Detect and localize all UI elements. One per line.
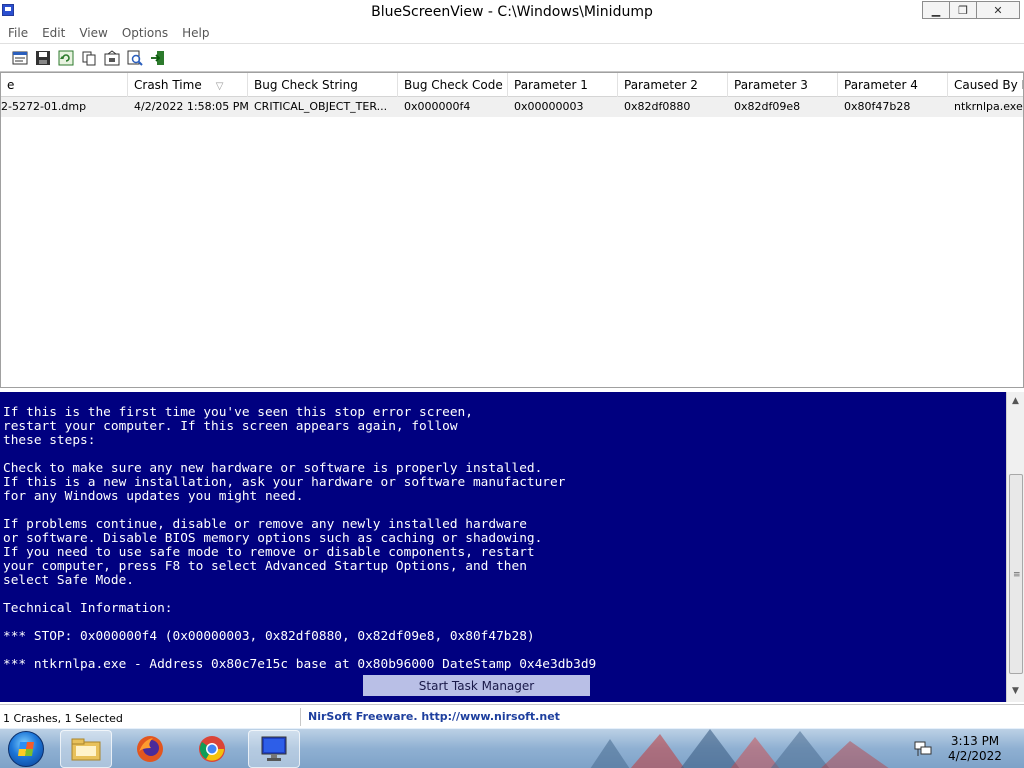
menu-options[interactable]: Options [122,26,168,40]
taskbar-chrome[interactable] [186,730,238,768]
copy-icon [82,51,96,65]
menu-bar: File Edit View Options Help [0,23,1024,43]
chrome-icon [199,736,225,762]
properties-icon [12,51,28,64]
cell-bug-check-string: CRITICAL_OBJECT_TER... [254,100,388,113]
sort-descending-icon: ▽ [215,81,224,92]
scroll-up-icon[interactable]: ▲ [1012,396,1019,406]
taskbar-explorer[interactable] [60,730,112,768]
bluescreenview-icon [261,736,287,761]
column-bug-check-string[interactable]: Bug Check String [248,73,398,97]
find-icon [127,50,143,66]
column-bug-check-code[interactable]: Bug Check Code [398,73,508,97]
cell-dump-file: 2-5272-01.dmp [1,100,87,113]
maximize-button[interactable]: ❐ [949,1,977,19]
system-clock[interactable]: 3:13 PM 4/2/2022 [940,734,1010,764]
column-label: Crash Time [134,78,202,92]
minimize-button[interactable]: ▁ [922,1,950,19]
crash-count: 1 Crashes, 1 Selected [3,712,123,725]
column-label: Parameter 1 [514,78,588,92]
bsod-preview-pane[interactable]: If this is the first time you've seen th… [0,392,1006,702]
options-button[interactable] [102,48,122,68]
bsod-text: If this is the first time you've seen th… [3,405,597,672]
refresh-button[interactable] [56,48,76,68]
save-button[interactable] [33,48,53,68]
cell-bug-check-code: 0x000000f4 [404,100,471,113]
firefox-icon [137,736,163,762]
column-label: Bug Check Code [404,78,503,92]
toolbar [0,43,1024,72]
column-label: Bug Check String [254,78,358,92]
title-bar: BlueScreenView - C:\Windows\Minidump ▁ ❐… [0,0,1024,23]
close-button[interactable]: ✕ [976,1,1020,19]
column-parameter-3[interactable]: Parameter 3 [728,73,838,97]
explorer-icon [71,738,101,761]
clock-date: 4/2/2022 [948,749,1002,763]
column-caused-by-driver[interactable]: Caused By Dri [948,73,1023,97]
scroll-down-icon[interactable]: ▼ [1012,686,1019,696]
menu-edit[interactable]: Edit [42,26,65,40]
column-label: Parameter 2 [624,78,698,92]
close-icon: ✕ [993,3,1003,17]
start-task-manager-item[interactable]: Start Task Manager [363,675,590,696]
column-parameter-2[interactable]: Parameter 2 [618,73,728,97]
window-title: BlueScreenView - C:\Windows\Minidump [371,4,653,20]
options-icon [104,49,120,65]
column-label: Parameter 3 [734,78,808,92]
column-crash-time[interactable]: Crash Time ▽ [128,73,248,97]
menu-file[interactable]: File [8,26,28,40]
taskbar-bluescreenview[interactable] [248,730,300,768]
menu-view[interactable]: View [79,26,107,40]
cell-parameter-3: 0x82df09e8 [734,100,801,113]
copy-button[interactable] [79,48,99,68]
wallpaper-decor-icon [590,729,889,768]
clock-time: 3:13 PM [950,734,1000,748]
column-parameter-4[interactable]: Parameter 4 [838,73,948,97]
vertical-scrollbar[interactable]: ▲ ≡ ▼ [1006,392,1024,702]
crash-list[interactable]: e Crash Time ▽ Bug Check String Bug Check… [0,72,1024,388]
column-label: Caused By Dri [954,78,1023,92]
status-bar: 1 Crashes, 1 Selected NirSoft Freeware. … [0,704,1024,728]
exit-button[interactable] [148,48,168,68]
taskbar: 3:13 PM 4/2/2022 [0,728,1024,768]
scroll-thumb[interactable]: ≡ [1009,474,1023,674]
column-label: e [7,78,15,92]
status-divider [300,708,301,726]
save-icon [36,50,50,65]
minimize-icon: ▁ [931,3,941,17]
column-label: Parameter 4 [844,78,918,92]
exit-icon [151,50,164,65]
properties-button[interactable] [10,48,30,68]
cell-caused-by-driver: ntkrnlpa.exe [954,100,1023,113]
table-row[interactable]: 2-5272-01.dmp 4/2/2022 1:58:05 PM CRITIC… [1,97,1023,117]
network-icon[interactable] [914,741,932,757]
taskbar-firefox[interactable] [124,730,176,768]
menu-help[interactable]: Help [182,26,209,40]
start-button[interactable] [8,731,44,767]
restore-icon: ❐ [958,3,968,17]
cell-parameter-4: 0x80f47b28 [844,100,911,113]
nirsoft-link[interactable]: NirSoft Freeware. http://www.nirsoft.net [308,710,560,723]
cell-parameter-2: 0x82df0880 [624,100,691,113]
scroll-grip-icon: ≡ [1013,570,1021,580]
find-button[interactable] [125,48,145,68]
column-parameter-1[interactable]: Parameter 1 [508,73,618,97]
refresh-icon [58,50,74,65]
cell-crash-time: 4/2/2022 1:58:05 PM [134,100,248,113]
list-header: e Crash Time ▽ Bug Check String Bug Check… [1,73,1023,97]
column-dump-file[interactable]: e [1,73,128,97]
cell-parameter-1: 0x00000003 [514,100,584,113]
